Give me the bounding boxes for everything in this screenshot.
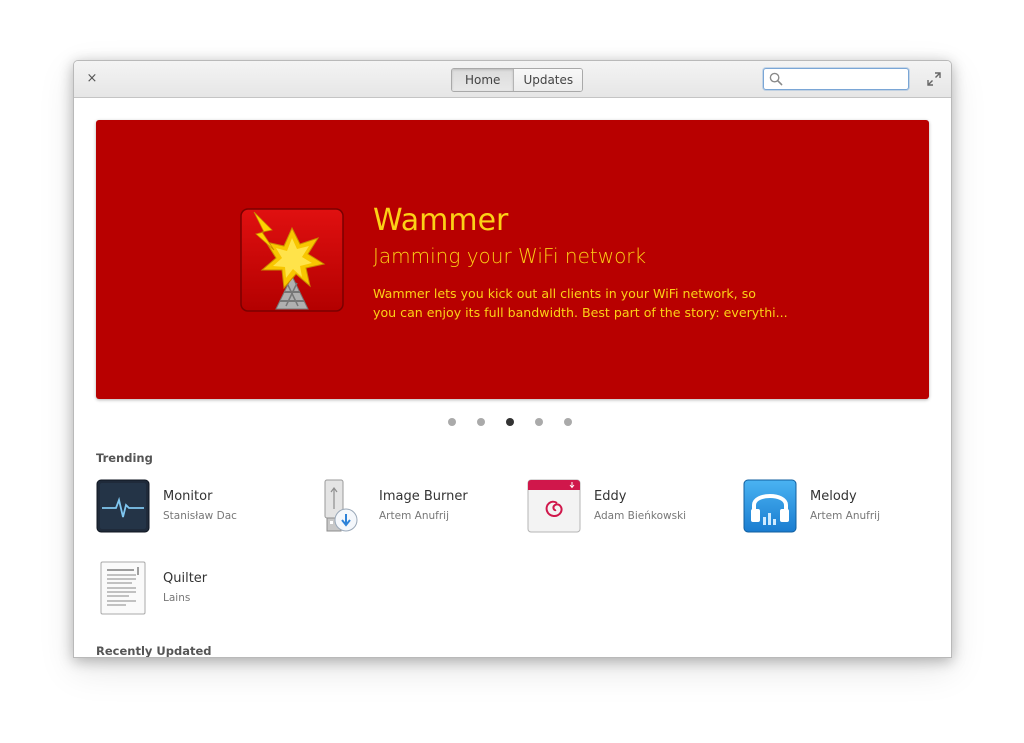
app-name: Monitor <box>163 489 213 504</box>
homepage-content: Wammer Jamming your WiFi network Wammer … <box>74 98 951 657</box>
carousel-indicator <box>448 418 572 428</box>
carousel-dot[interactable] <box>564 418 572 426</box>
app-tile-melody[interactable]: Melody Artem Anufrij <box>743 479 943 535</box>
app-tile-quilter[interactable]: Quilter Lains <box>96 561 296 617</box>
app-name: Melody <box>810 489 857 504</box>
trending-heading: Trending <box>96 451 153 465</box>
search-entry[interactable] <box>763 68 909 90</box>
close-icon: × <box>86 71 98 86</box>
carousel-dot[interactable] <box>448 418 456 426</box>
app-tile-monitor[interactable]: Monitor Stanisław Dac <box>96 479 296 535</box>
wammer-app-icon <box>240 208 344 312</box>
header-bar: × Home Updates <box>74 61 951 98</box>
app-name: Eddy <box>594 489 627 504</box>
carousel-dot[interactable] <box>477 418 485 426</box>
app-author: Lains <box>163 592 191 604</box>
search-icon <box>769 72 783 86</box>
banner-description-line: you can enjoy its full bandwidth. Best p… <box>373 305 788 320</box>
app-tile-image-burner[interactable]: Image Burner Artem Anufrij <box>312 479 512 535</box>
search-input[interactable] <box>786 70 904 88</box>
carousel-dot[interactable] <box>535 418 543 426</box>
app-author: Stanisław Dac <box>163 510 237 522</box>
banner-description-line: Wammer lets you kick out all clients in … <box>373 286 756 301</box>
tab-home[interactable]: Home <box>452 69 514 91</box>
app-tile-eddy[interactable]: Eddy Adam Bieńkowski <box>527 479 727 535</box>
image-burner-app-icon <box>324 479 358 532</box>
banner-description: Wammer lets you kick out all clients in … <box>373 284 813 322</box>
eddy-app-icon <box>527 479 581 533</box>
tab-updates[interactable]: Updates <box>513 69 583 91</box>
banner-title: Wammer <box>373 203 509 238</box>
melody-app-icon <box>743 479 797 533</box>
recently-updated-heading: Recently Updated <box>96 644 212 657</box>
featured-banner[interactable]: Wammer Jamming your WiFi network Wammer … <box>96 120 929 399</box>
app-author: Adam Bieńkowski <box>594 510 687 522</box>
app-name: Quilter <box>163 571 208 586</box>
close-button[interactable]: × <box>82 69 102 89</box>
app-author: Artem Anufrij <box>379 510 449 522</box>
maximize-icon[interactable] <box>925 70 943 88</box>
app-name: Image Burner <box>379 489 468 504</box>
view-mode-switch: Home Updates <box>451 68 584 92</box>
app-author: Artem Anufrij <box>810 510 880 522</box>
appcenter-window: × Home Updates Wammer Jamming your WiFi … <box>73 60 952 658</box>
quilter-app-icon <box>100 561 146 615</box>
banner-subtitle: Jamming your WiFi network <box>373 244 647 268</box>
monitor-app-icon <box>96 479 150 533</box>
carousel-dot-active[interactable] <box>506 418 514 426</box>
